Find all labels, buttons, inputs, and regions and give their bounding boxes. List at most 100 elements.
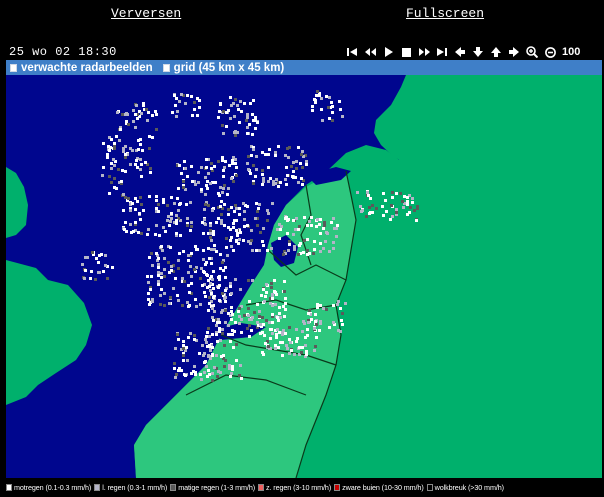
rain-pixel [205, 341, 208, 344]
rain-pixel [249, 172, 252, 175]
rain-pixel [146, 233, 149, 236]
rain-pixel [200, 378, 203, 381]
rain-pixel [331, 119, 334, 122]
rain-pixel [261, 351, 264, 354]
rain-pixel [235, 207, 238, 210]
rain-pixel [233, 131, 236, 134]
rain-pixel [234, 278, 237, 281]
rain-pixel [193, 338, 196, 341]
rain-pixel [292, 219, 295, 222]
rain-pixel [274, 154, 277, 157]
rain-pixel [227, 109, 230, 112]
rain-pixel [270, 282, 273, 285]
rain-pixel [254, 127, 257, 130]
refresh-link[interactable]: Verversen [111, 6, 181, 21]
pan-down-icon[interactable] [469, 44, 487, 60]
rain-pixel [141, 149, 144, 152]
rain-pixel [205, 166, 208, 169]
rain-pixel [232, 156, 235, 159]
rain-pixel [287, 156, 290, 159]
rain-pixel [312, 252, 315, 255]
rain-pixel [175, 219, 178, 222]
rain-pixel [239, 288, 242, 291]
last-frame-icon[interactable] [433, 44, 451, 60]
rain-pixel [199, 303, 202, 306]
rain-pixel [125, 112, 128, 115]
rain-pixel [194, 371, 197, 374]
rain-pixel [235, 239, 238, 242]
rain-pixel [231, 159, 234, 162]
rain-pixel [191, 180, 194, 183]
rain-pixel [166, 204, 169, 207]
fast-forward-icon[interactable] [415, 44, 433, 60]
rain-pixel [211, 209, 214, 212]
rain-pixel [157, 283, 160, 286]
rain-pixel [221, 159, 224, 162]
rain-pixel [147, 111, 150, 114]
rain-pixel [375, 207, 378, 210]
rain-pixel [208, 285, 211, 288]
rain-pixel [169, 246, 172, 249]
rain-pixel [218, 278, 221, 281]
grid-checkbox[interactable] [162, 63, 170, 72]
rain-pixel [289, 341, 292, 344]
rain-pixel [129, 163, 132, 166]
rain-pixel [224, 276, 227, 279]
pan-left-icon[interactable] [451, 44, 469, 60]
rain-pixel [167, 215, 170, 218]
zoom-in-icon[interactable] [523, 44, 541, 60]
radar-map[interactable] [6, 75, 602, 478]
radar-forecast-checkbox[interactable] [10, 63, 17, 72]
rain-pixel [151, 136, 154, 139]
grid-toggle[interactable]: grid (45 km x 45 km) [162, 62, 284, 74]
zoom-out-icon[interactable] [541, 44, 559, 60]
rain-pixel [278, 331, 281, 334]
rain-pixel [230, 306, 233, 309]
rain-pixel [277, 185, 280, 188]
rain-pixel [106, 155, 109, 158]
rain-pixel [204, 295, 207, 298]
rain-pixel [216, 340, 219, 343]
rain-pixel [113, 186, 116, 189]
rain-pixel [139, 196, 142, 199]
rain-pixel [264, 295, 267, 298]
play-icon[interactable] [379, 44, 397, 60]
rain-pixel [261, 316, 264, 319]
rain-pixel [134, 113, 137, 116]
rain-pixel [221, 156, 224, 159]
radar-forecast-toggle[interactable]: verwachte radarbeelden [10, 62, 153, 74]
rain-pixel [149, 167, 152, 170]
rain-pixel [284, 297, 287, 300]
rain-pixel [174, 277, 177, 280]
rain-pixel [182, 359, 185, 362]
rain-pixel [230, 292, 233, 295]
rain-pixel [179, 202, 182, 205]
rain-pixel [286, 347, 289, 350]
rewind-icon[interactable] [361, 44, 379, 60]
rain-pixel [273, 290, 276, 293]
rain-pixel [182, 186, 185, 189]
rain-pixel [154, 233, 157, 236]
rain-pixel [315, 323, 318, 326]
rain-pixel [119, 128, 122, 131]
rain-pixel [319, 304, 322, 307]
rain-pixel [171, 111, 174, 114]
stop-icon[interactable] [397, 44, 415, 60]
rain-pixel [108, 192, 111, 195]
rain-pixel [231, 162, 234, 165]
rain-pixel [233, 210, 236, 213]
rain-pixel [369, 211, 372, 214]
rain-pixel [217, 116, 220, 119]
rain-pixel [315, 336, 318, 339]
rain-pixel [184, 167, 187, 170]
rain-pixel [318, 94, 321, 97]
first-frame-icon[interactable] [343, 44, 361, 60]
rain-pixel [270, 328, 273, 331]
fullscreen-link[interactable]: Fullscreen [406, 6, 484, 21]
pan-right-icon[interactable] [505, 44, 523, 60]
rain-pixel [240, 377, 243, 380]
rain-pixel [221, 292, 224, 295]
rain-pixel [135, 104, 138, 107]
rain-pixel [210, 239, 213, 242]
pan-up-icon[interactable] [487, 44, 505, 60]
